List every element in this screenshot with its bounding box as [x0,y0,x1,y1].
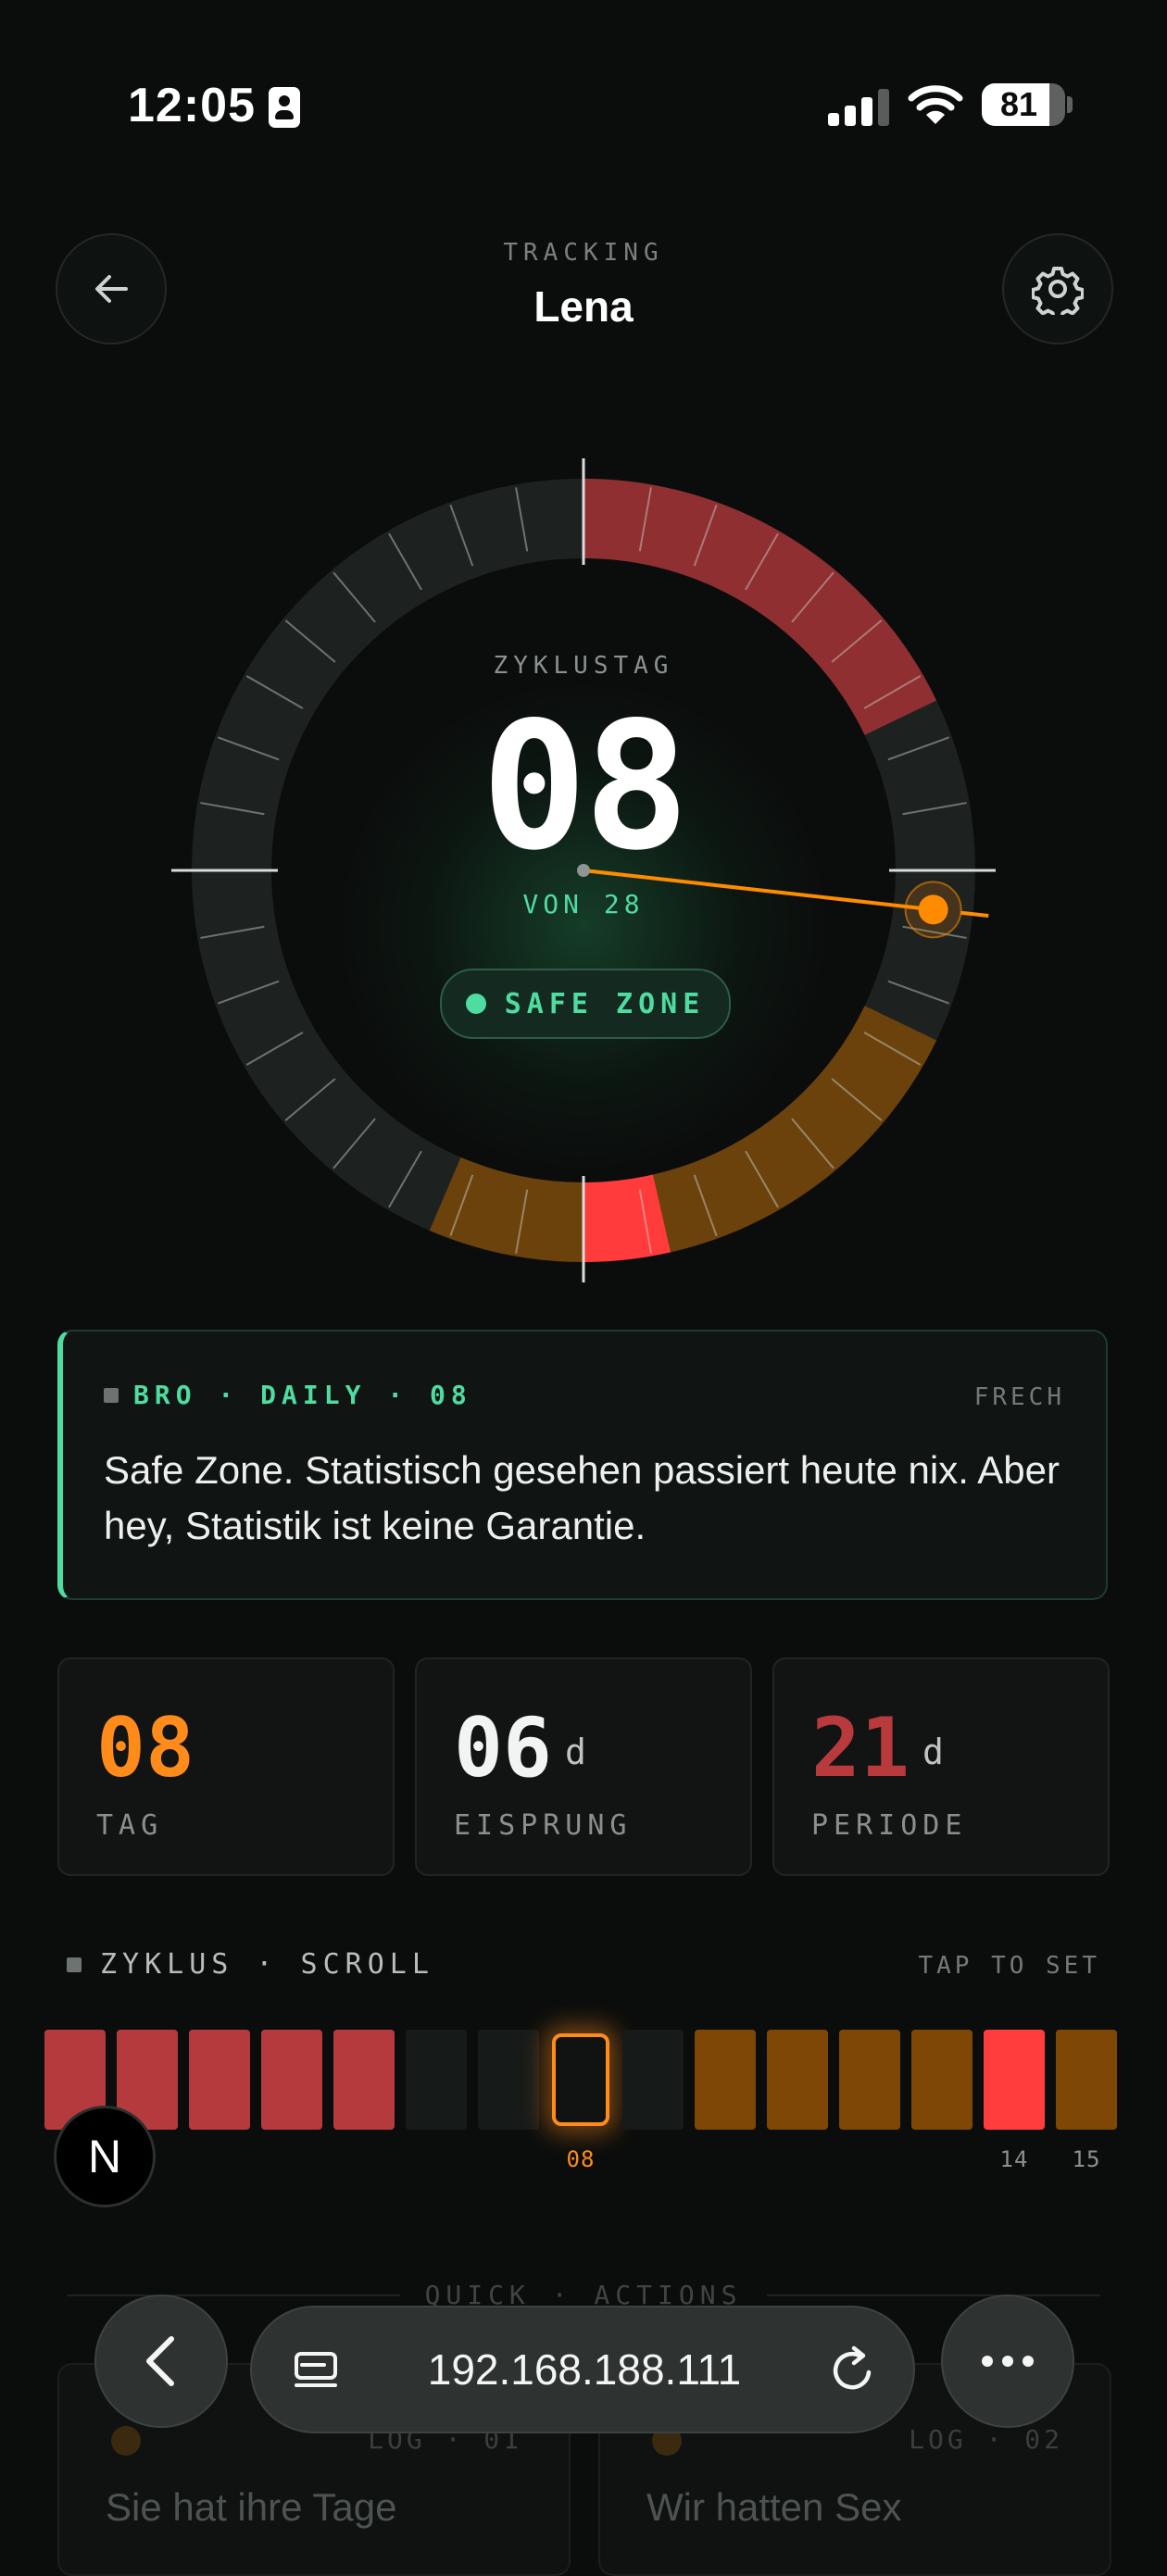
more-dots-icon [982,2356,1034,2367]
stat-card-ovulation: 06 d EISPRUNG [415,1657,752,1876]
cycle-day-number: 08 [481,684,690,889]
day-cell-fertile[interactable] [1056,2030,1117,2130]
chevron-left-icon [146,2336,174,2386]
day-number-label: 14 [999,2146,1029,2172]
wifi-icon [908,85,963,124]
day-cell-fertile[interactable] [911,2030,972,2130]
stat-value: 06 [454,1700,552,1795]
browser-back-button[interactable] [94,2295,228,2428]
ring-segment-fertile [429,1157,584,1262]
dial-label: ZYKLUSTAG [493,652,674,680]
browser-more-button[interactable] [941,2295,1074,2428]
daily-text: Safe Zone. Statistisch gesehen passiert … [104,1448,1060,1547]
scroll-hint: TAP TO SET [918,1952,1100,1980]
url-text: 192.168.188.111 [427,2345,742,2394]
stat-unit: d [565,1732,586,1772]
day-cell-safe[interactable] [406,2030,467,2130]
n-logo-badge[interactable]: N [54,2106,156,2207]
header-eyebrow: TRACKING [503,239,664,267]
address-bar[interactable]: 192.168.188.111 [250,2306,915,2433]
stat-value: 21 [811,1700,910,1795]
status-time: 12:05 [128,79,256,132]
ring-segment-ovulation [583,1174,671,1262]
day-cell-ovulation[interactable] [984,2030,1045,2130]
gear-icon [1032,267,1084,315]
cellular-signal-icon [828,89,889,126]
square-marker-icon [104,1387,119,1403]
zone-label: SAFE ZONE [504,987,706,1020]
zone-badge: SAFE ZONE [440,969,731,1039]
battery-tip [1067,96,1073,113]
daily-message-card: BRO · DAILY · 08 FRECH Safe Zone. Statis… [57,1330,1108,1600]
settings-button[interactable] [1002,233,1113,344]
quick-action-label: Wir hatten Sex [646,2485,902,2529]
day-cell-safe[interactable] [478,2030,539,2130]
stat-label: EISPRUNG [454,1809,633,1842]
daily-tag: BRO · DAILY · 08 [133,1380,472,1410]
scroll-title: ZYKLUS · SCROLL [100,1948,434,1981]
quick-action-label: Sie hat ihre Tage [106,2485,397,2529]
stat-card-day: 08 TAG [57,1657,395,1876]
day-cell-fertile[interactable] [839,2030,900,2130]
quick-action-log: LOG · 02 [909,2424,1063,2455]
stat-label: PERIODE [811,1809,968,1842]
status-bar: 12:05 81 [0,0,1167,185]
cycle-length-text: VON 28 [522,889,645,919]
stat-unit: d [922,1732,944,1772]
day-cell-fertile[interactable] [695,2030,756,2130]
day-cell-current[interactable] [552,2033,609,2126]
day-cell-safe[interactable] [622,2030,684,2130]
battery-level: 81 [999,85,1038,123]
day-number-label: 08 [566,2146,596,2172]
day-cell-period[interactable] [333,2030,395,2130]
stat-card-period: 21 d PERIODE [772,1657,1110,1876]
zone-dot-icon [465,994,486,1014]
battery-icon: 81 [982,83,1065,126]
contact-card-icon [269,87,300,128]
square-marker-icon [67,1957,82,1972]
daily-mood: FRECH [973,1383,1065,1411]
stat-value: 08 [96,1700,194,1795]
day-number-label: 15 [1072,2146,1101,2172]
page-title: Lena [533,282,634,331]
status-dot-icon [111,2426,141,2456]
day-cell-period[interactable] [261,2030,322,2130]
day-cell-period[interactable] [189,2030,250,2130]
day-cell-fertile[interactable] [767,2030,828,2130]
cycle-dial[interactable]: ZYKLUSTAG 08 VON 28 SAFE ZONE [120,407,1047,1333]
stat-label: TAG [96,1809,164,1842]
reload-icon[interactable] [826,2345,878,2396]
